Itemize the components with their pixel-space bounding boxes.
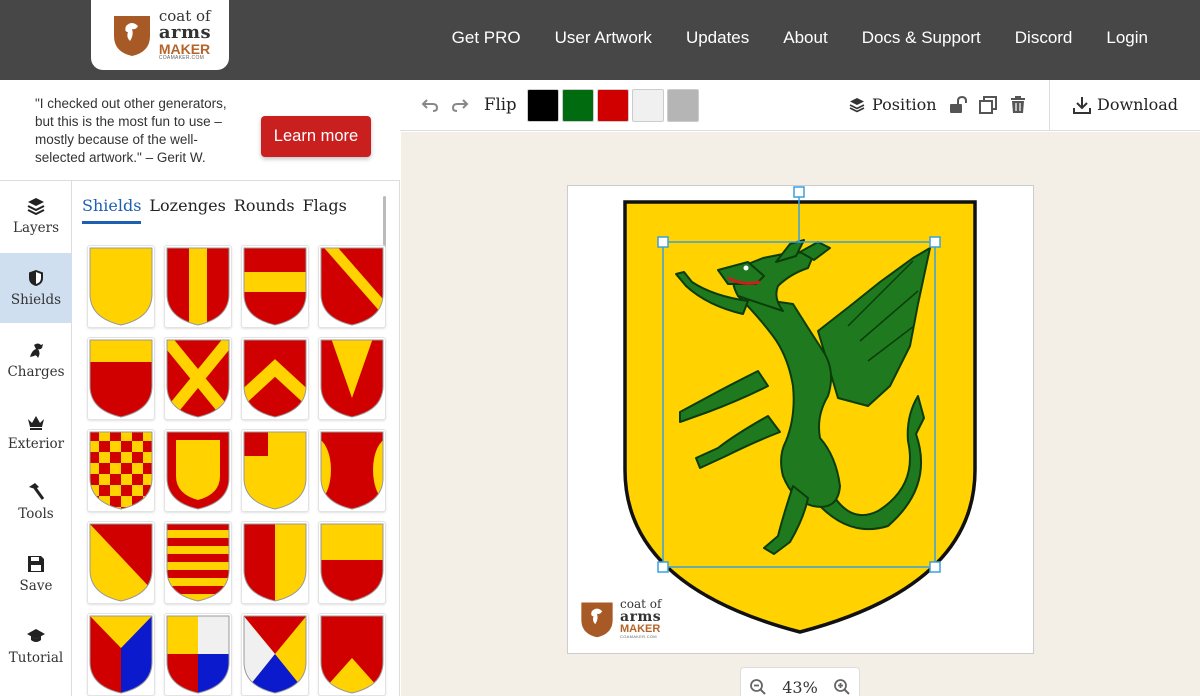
logo-line-4: COAMAKER.COM xyxy=(158,55,205,61)
shield-gallery: Shields Lozenges Rounds Flags xyxy=(72,181,400,696)
shield-tile-fess[interactable] xyxy=(241,245,309,328)
toolbar-divider xyxy=(1049,80,1050,131)
nav-discord[interactable]: Discord xyxy=(1015,28,1073,48)
color-swatch-black[interactable] xyxy=(527,89,559,122)
download-icon xyxy=(1072,95,1092,115)
duplicate-icon[interactable] xyxy=(978,95,998,115)
watermark-logo: coat of arms MAKER COAMAKER.COM xyxy=(577,598,661,639)
logo-line-3: MAKER xyxy=(158,41,211,57)
redo-icon[interactable] xyxy=(450,95,470,115)
zoom-control: 43% xyxy=(740,667,860,696)
shield-grid xyxy=(87,245,386,696)
shield-tile-checky[interactable] xyxy=(87,429,155,512)
sidebar-item-label: Tools xyxy=(18,506,54,522)
sidebar-item-label: Exterior xyxy=(7,436,65,452)
top-navbar: coat of arms MAKER COAMAKER.COM Get PRO … xyxy=(0,0,1200,80)
shield-tile-pale[interactable] xyxy=(164,245,232,328)
sidebar-item-label: Save xyxy=(19,578,53,594)
sidebar-item-save[interactable]: Save xyxy=(0,539,72,609)
nav-get-pro[interactable]: Get PRO xyxy=(452,28,521,48)
shield-tile-chevronny-base[interactable] xyxy=(318,613,386,696)
floppy-icon xyxy=(26,554,46,574)
nav-login[interactable]: Login xyxy=(1106,28,1148,48)
shield-tile-quarterly[interactable] xyxy=(164,613,232,696)
layers-stack-icon xyxy=(847,95,867,115)
shield-tile-bordure[interactable] xyxy=(164,429,232,512)
crown-icon xyxy=(26,412,46,432)
shield-tile-per-bend[interactable] xyxy=(87,521,155,604)
nav-docs-support[interactable]: Docs & Support xyxy=(862,28,981,48)
editor-toolbar: Flip Position Download xyxy=(400,80,1200,131)
griffin-icon xyxy=(26,340,46,360)
layers-icon xyxy=(26,196,46,216)
watermark-shield-icon xyxy=(581,601,613,637)
shield-tile-chief[interactable] xyxy=(87,337,155,420)
sidebar-item-label: Charges xyxy=(7,364,65,380)
zoom-level: 43% xyxy=(782,677,818,696)
mortarboard-icon xyxy=(26,626,46,646)
testimonial-quote: "I checked out other generators, but thi… xyxy=(35,96,227,165)
undo-icon[interactable] xyxy=(420,95,440,115)
nav-updates[interactable]: Updates xyxy=(686,28,749,48)
trash-icon[interactable] xyxy=(1008,95,1028,115)
testimonial-banner: "I checked out other generators, but thi… xyxy=(0,80,400,181)
shield-tile-per-saltire[interactable] xyxy=(241,613,309,696)
download-button[interactable]: Download xyxy=(1097,95,1178,114)
sidebar-item-label: Tutorial xyxy=(8,650,64,666)
tab-lozenges[interactable]: Lozenges xyxy=(149,196,225,224)
color-swatch-red[interactable] xyxy=(597,89,629,122)
shield-tile-plain[interactable] xyxy=(87,245,155,328)
logo-shield-icon xyxy=(113,16,150,56)
shield-tile-bend[interactable] xyxy=(318,245,386,328)
color-swatch-gray[interactable] xyxy=(667,89,699,122)
shield-tile-flaunches[interactable] xyxy=(318,429,386,512)
shield-tile-pile[interactable] xyxy=(318,337,386,420)
tab-shields[interactable]: Shields xyxy=(82,196,142,224)
sidebar-item-tutorial[interactable]: Tutorial xyxy=(0,611,72,681)
zoom-out-icon[interactable] xyxy=(748,677,768,696)
shield-tile-tierced-pairle-reversed[interactable] xyxy=(87,613,155,696)
sidebar-item-layers[interactable]: Layers xyxy=(0,181,72,251)
coat-of-arms-preview[interactable]: coat of arms MAKER COAMAKER.COM xyxy=(567,185,1034,654)
canvas-area: coat of arms MAKER COAMAKER.COM 43% xyxy=(401,132,1200,696)
sidebar-item-charges[interactable]: Charges xyxy=(0,325,72,395)
hammer-icon xyxy=(26,482,46,502)
watermark-line-4: COAMAKER.COM xyxy=(620,634,657,639)
sidebar-item-tools[interactable]: Tools xyxy=(0,467,72,537)
gallery-tabs: Shields Lozenges Rounds Flags xyxy=(82,196,347,224)
nav-about[interactable]: About xyxy=(783,28,827,48)
color-swatch-green[interactable] xyxy=(562,89,594,122)
zoom-in-icon[interactable] xyxy=(832,677,852,696)
shield-tile-barry[interactable] xyxy=(164,521,232,604)
nav-user-artwork[interactable]: User Artwork xyxy=(555,28,652,48)
sidebar-item-exterior[interactable]: Exterior xyxy=(0,397,72,467)
watermark-line-2: arms xyxy=(620,609,662,625)
editor-sidebar: Layers Shields Charges Exterior Tools Sa… xyxy=(0,181,72,696)
sidebar-item-shields[interactable]: Shields xyxy=(0,253,72,323)
shield-icon xyxy=(26,268,46,288)
shield-tile-canton[interactable] xyxy=(241,429,309,512)
color-swatch-white[interactable] xyxy=(632,89,664,122)
learn-more-button[interactable]: Learn more xyxy=(261,116,371,157)
shield-tile-saltire[interactable] xyxy=(164,337,232,420)
main-nav: Get PRO User Artwork Updates About Docs … xyxy=(452,28,1148,48)
tab-flags[interactable]: Flags xyxy=(303,196,347,224)
tab-rounds[interactable]: Rounds xyxy=(234,196,295,224)
site-logo[interactable]: coat of arms MAKER COAMAKER.COM xyxy=(91,0,229,70)
flip-button[interactable]: Flip xyxy=(484,95,517,114)
logo-line-2: arms xyxy=(158,22,212,43)
sidebar-item-label: Shields xyxy=(10,292,62,308)
unlock-icon[interactable] xyxy=(948,95,968,115)
shield-tile-chevron[interactable] xyxy=(241,337,309,420)
sidebar-item-label: Layers xyxy=(12,220,59,236)
shield-tile-per-pale[interactable] xyxy=(241,521,309,604)
shield-artwork[interactable] xyxy=(568,186,1035,655)
position-button[interactable]: Position xyxy=(872,95,937,114)
shield-tile-per-fess[interactable] xyxy=(318,521,386,604)
